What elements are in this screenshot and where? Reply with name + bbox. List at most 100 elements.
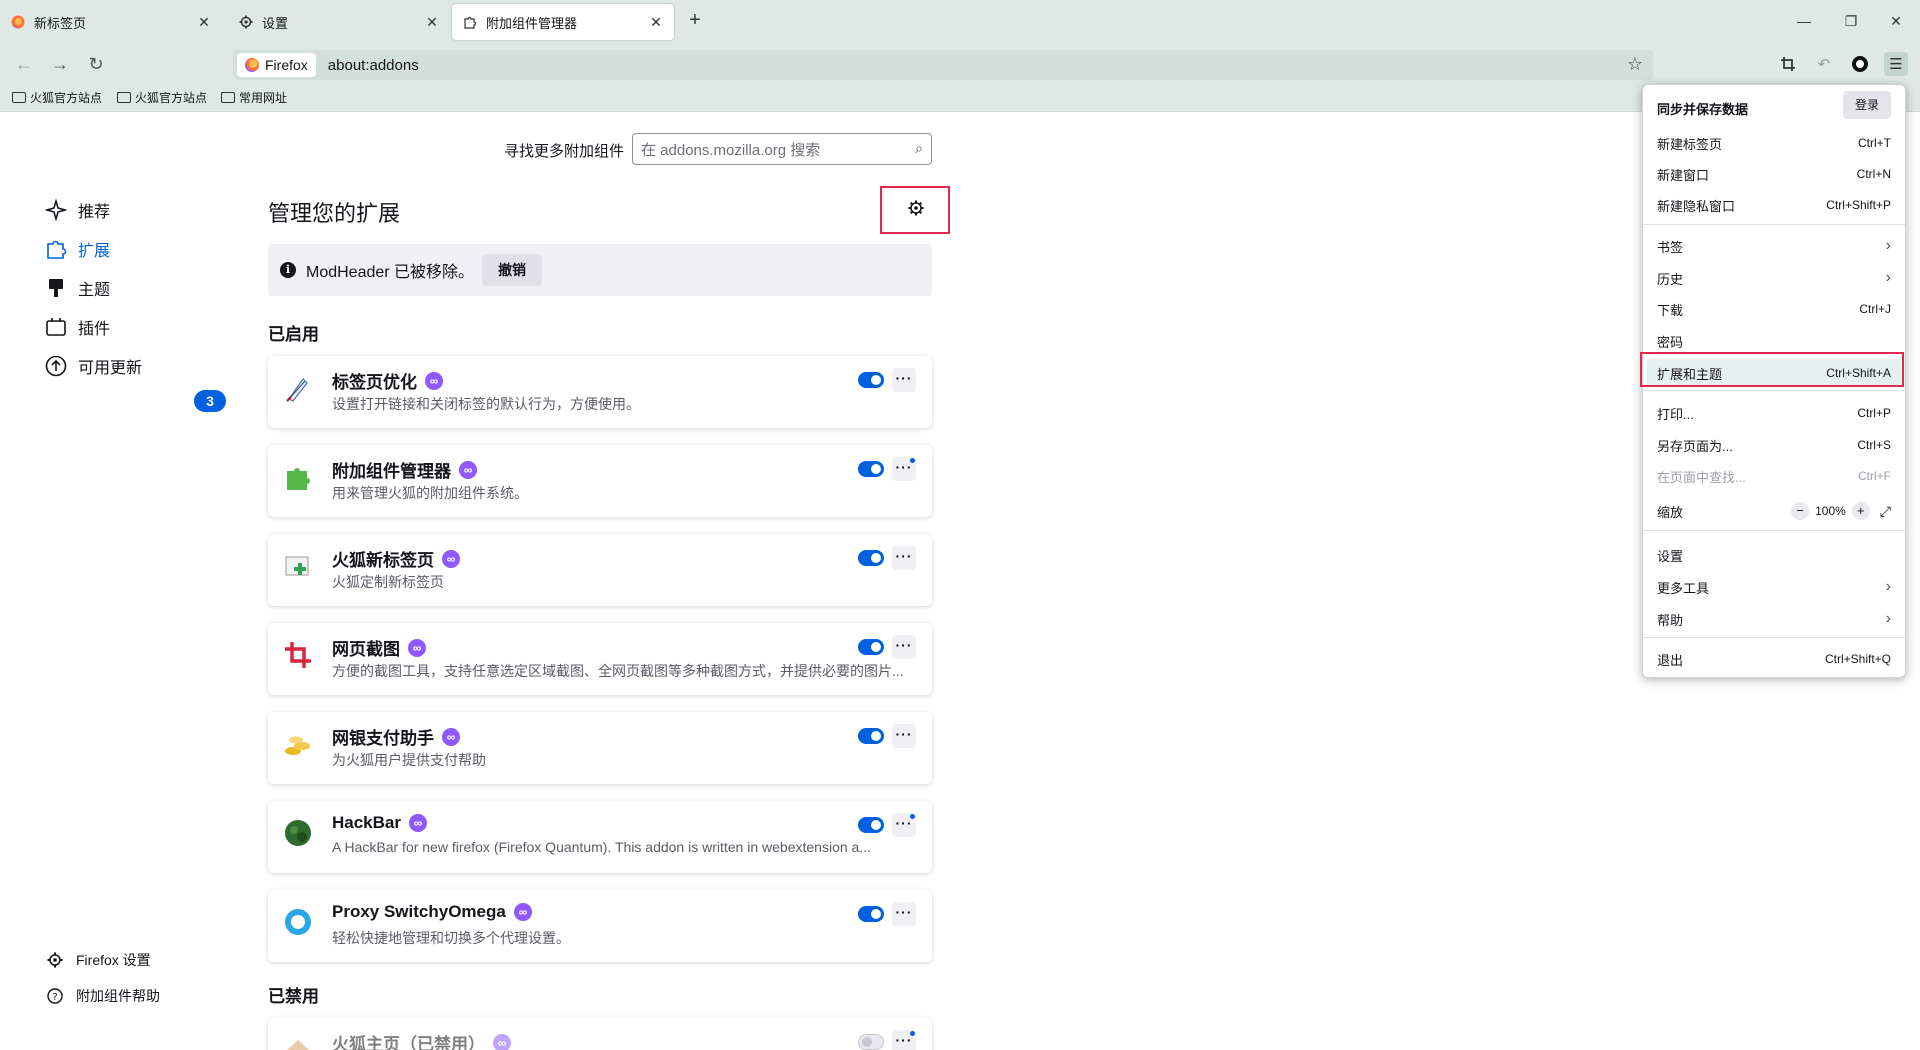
extension-enable-toggle[interactable] bbox=[858, 1034, 884, 1050]
recommended-badge-icon: ∞ bbox=[425, 371, 443, 390]
menu-item-new-tab[interactable]: 新建标签页 Ctrl+T bbox=[1647, 129, 1901, 157]
navigation-toolbar: ← → ↻ Firefox about:addons ☆ ↶ ☰ bbox=[0, 44, 1920, 84]
url-bar[interactable]: Firefox about:addons ☆ bbox=[233, 50, 1653, 80]
reload-icon[interactable]: ↻ bbox=[84, 52, 108, 76]
menu-item-find-in-page[interactable]: 在页面中查找... Ctrl+F bbox=[1647, 462, 1901, 490]
menu-item-more-tools[interactable]: 更多工具 › bbox=[1647, 573, 1901, 601]
close-icon[interactable]: ✕ bbox=[648, 14, 664, 30]
extension-enable-toggle[interactable] bbox=[858, 372, 884, 388]
extension-name[interactable]: Proxy SwitchyOmega ∞ bbox=[332, 902, 532, 922]
extension-enable-toggle[interactable] bbox=[858, 906, 884, 922]
more-options-button[interactable]: ··· bbox=[892, 813, 916, 837]
bookmark-item[interactable]: 火狐官方站点 bbox=[12, 89, 102, 106]
zoom-in-button[interactable]: + bbox=[1851, 502, 1870, 520]
enabled-section-title: 已启用 bbox=[268, 325, 319, 344]
gear-icon bbox=[46, 951, 64, 969]
url-text[interactable]: about:addons bbox=[328, 57, 419, 74]
more-options-button[interactable]: ··· bbox=[892, 457, 916, 481]
extension-enable-toggle[interactable] bbox=[858, 639, 884, 655]
menu-item-bookmarks[interactable]: 书签 › bbox=[1647, 232, 1901, 260]
menu-item-label: 更多工具 bbox=[1657, 580, 1710, 596]
forward-arrow-icon[interactable]: → bbox=[48, 52, 72, 76]
extension-name[interactable]: 标签页优化 ∞ bbox=[332, 368, 443, 393]
sidebar-item-themes[interactable]: 主题 bbox=[44, 274, 110, 302]
menu-item-downloads[interactable]: 下载 Ctrl+J bbox=[1647, 295, 1901, 323]
menu-item-history[interactable]: 历史 › bbox=[1647, 264, 1901, 292]
fullscreen-icon[interactable]: ⤢ bbox=[1880, 503, 1891, 520]
window-close-icon[interactable]: ✕ bbox=[1884, 10, 1908, 32]
back-arrow-icon[interactable]: ← bbox=[12, 52, 36, 76]
extension-card[interactable]: 火狐新标签页 ∞ 火狐定制新标签页 ··· bbox=[268, 534, 932, 606]
extension-card[interactable]: 网银支付助手 ∞ 为火狐用户提供支付帮助 ··· bbox=[268, 712, 932, 784]
sidebar-item-recommendations[interactable]: 推荐 bbox=[44, 196, 110, 224]
tab-label: 新标签页 bbox=[34, 15, 87, 31]
extension-card[interactable]: 火狐主页（已禁用） ∞ ··· bbox=[268, 1018, 932, 1050]
menu-item-help[interactable]: 帮助 › bbox=[1647, 605, 1901, 633]
menu-item-new-private-window[interactable]: 新建隐私窗口 Ctrl+Shift+P bbox=[1647, 191, 1901, 219]
extension-card[interactable]: 附加组件管理器 ∞ 用来管理火狐的附加组件系统。 ··· bbox=[268, 445, 932, 517]
bookmark-star-icon[interactable]: ☆ bbox=[1627, 54, 1643, 75]
login-button[interactable]: 登录 bbox=[1842, 91, 1891, 119]
sidebar-item-extensions[interactable]: 扩展 bbox=[44, 235, 110, 263]
crop-screenshot-icon[interactable] bbox=[1776, 52, 1800, 76]
extension-name[interactable]: 网页截图 ∞ bbox=[332, 635, 426, 660]
restore-icon[interactable]: ❐ bbox=[1839, 10, 1863, 32]
bookmark-item[interactable]: 常用网址 bbox=[221, 89, 287, 106]
minimize-icon[interactable]: — bbox=[1792, 10, 1816, 32]
updates-count-badge: 3 bbox=[194, 390, 226, 412]
notification-dot bbox=[910, 814, 915, 819]
more-options-button[interactable]: ··· bbox=[892, 1030, 916, 1050]
tab-settings[interactable]: 设置 ✕ bbox=[228, 4, 450, 40]
extension-card[interactable]: HackBar ∞ A HackBar for new firefox (Firef… bbox=[268, 801, 932, 873]
menu-item-passwords[interactable]: 密码 bbox=[1647, 327, 1901, 355]
menu-item-label: 新建窗口 bbox=[1657, 167, 1710, 183]
addons-help-link[interactable]: ? 附加组件帮助 bbox=[46, 986, 160, 1006]
menu-item-label: 新建隐私窗口 bbox=[1657, 198, 1736, 214]
menu-item-save-page-as[interactable]: 另存页面为... Ctrl+S bbox=[1647, 431, 1901, 459]
undo-button[interactable]: 撤销 bbox=[482, 254, 543, 286]
menu-item-settings[interactable]: 设置 bbox=[1647, 541, 1901, 569]
more-options-button[interactable]: ··· bbox=[892, 724, 916, 748]
extension-enable-toggle[interactable] bbox=[858, 728, 884, 744]
extension-card[interactable]: 网页截图 ∞ 方便的截图工具，支持任意选定区域截图、全网页截图等多种截图方式，并提供… bbox=[268, 623, 932, 695]
more-options-button[interactable]: ··· bbox=[892, 902, 916, 926]
zoom-out-button[interactable]: − bbox=[1791, 502, 1810, 520]
firefox-settings-link[interactable]: Firefox 设置 bbox=[46, 950, 151, 970]
sidebar-item-updates[interactable]: 可用更新 bbox=[44, 352, 142, 380]
more-options-button[interactable]: ··· bbox=[892, 546, 916, 570]
sidebar-item-plugins[interactable]: 插件 bbox=[44, 313, 110, 341]
tab-addons-manager[interactable]: 附加组件管理器 ✕ bbox=[452, 4, 674, 40]
close-icon[interactable]: ✕ bbox=[196, 14, 212, 30]
extension-name[interactable]: 火狐新标签页 ∞ bbox=[332, 546, 460, 571]
hamburger-menu-icon[interactable]: ☰ bbox=[1884, 52, 1908, 76]
extension-name[interactable]: 火狐主页（已禁用） ∞ bbox=[332, 1030, 511, 1050]
extension-name[interactable]: HackBar ∞ bbox=[332, 813, 427, 833]
brush-icon bbox=[44, 276, 68, 300]
account-circle-icon[interactable] bbox=[1848, 52, 1872, 76]
identity-box[interactable]: Firefox bbox=[237, 53, 316, 77]
extension-name[interactable]: 网银支付助手 ∞ bbox=[332, 724, 460, 749]
extension-enable-toggle[interactable] bbox=[858, 461, 884, 477]
more-options-button[interactable]: ··· bbox=[892, 635, 916, 659]
new-tab-plus-icon[interactable]: + bbox=[684, 10, 706, 32]
undo-close-tab-icon[interactable]: ↶ bbox=[1812, 52, 1836, 76]
menu-item-new-window[interactable]: 新建窗口 Ctrl+N bbox=[1647, 160, 1901, 188]
tab-new-tab[interactable]: 新标签页 ✕ bbox=[0, 4, 222, 40]
extension-card[interactable]: Proxy SwitchyOmega ∞ 轻松快捷地管理和切换多个代理设置。 ··· bbox=[268, 890, 932, 962]
menu-item-print[interactable]: 打印... Ctrl+P bbox=[1647, 399, 1901, 427]
close-icon[interactable]: ✕ bbox=[424, 14, 440, 30]
menu-item-exit[interactable]: 退出 Ctrl+Shift+Q bbox=[1647, 645, 1901, 673]
menu-item-shortcut: Ctrl+Shift+Q bbox=[1824, 652, 1891, 666]
extension-name-text: 标签页优化 bbox=[332, 373, 417, 392]
extension-card[interactable]: 标签页优化 ∞ 设置打开链接和关闭标签的默认行为，方便使用。 ··· bbox=[268, 356, 932, 428]
addons-search-input[interactable]: 在 addons.mozilla.org 搜索 ⌕ bbox=[632, 133, 932, 165]
extension-enable-toggle[interactable] bbox=[858, 550, 884, 566]
menu-item-zoom[interactable]: 缩放 −100% + ⤢ bbox=[1647, 497, 1901, 525]
bookmark-label: 火狐官方站点 bbox=[135, 91, 208, 105]
zoom-level[interactable]: 100% bbox=[1815, 504, 1846, 518]
more-options-button[interactable]: ··· bbox=[892, 368, 916, 392]
extension-name[interactable]: 附加组件管理器 ∞ bbox=[332, 457, 477, 482]
chevron-right-icon: › bbox=[1885, 269, 1891, 286]
bookmark-item[interactable]: 火狐官方站点 bbox=[117, 89, 207, 106]
extension-enable-toggle[interactable] bbox=[858, 817, 884, 833]
